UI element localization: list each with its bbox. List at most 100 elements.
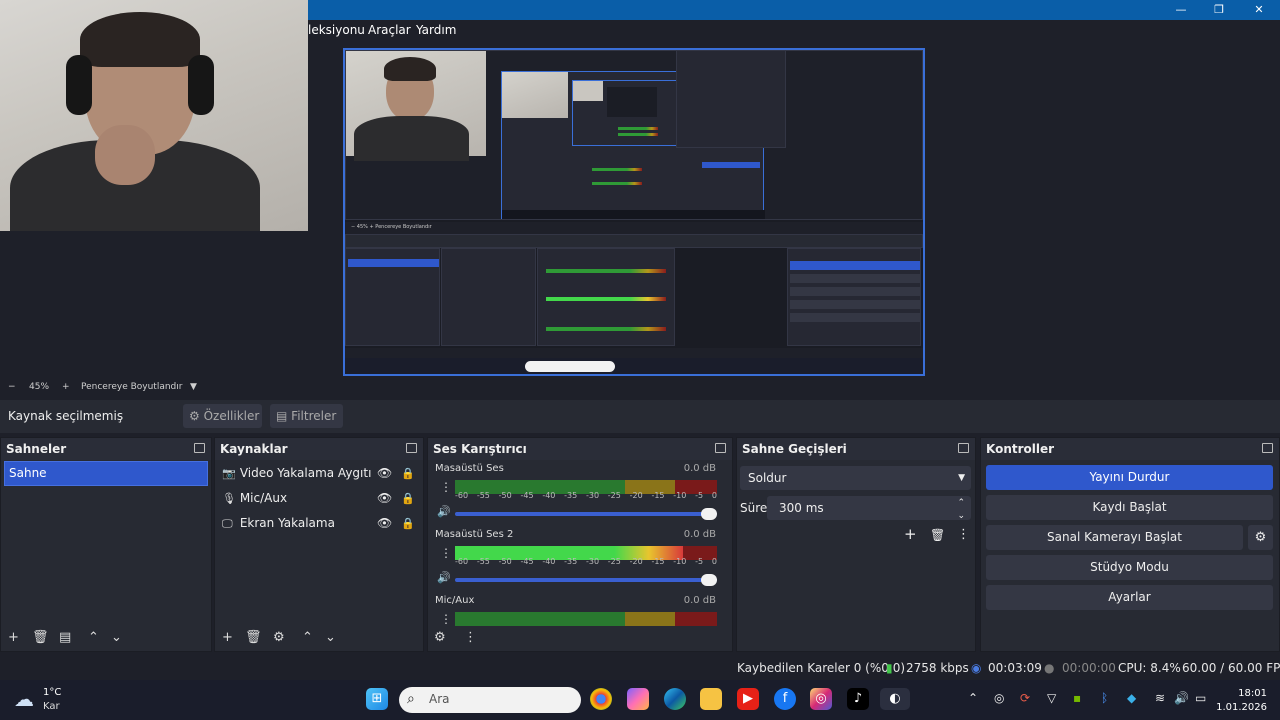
camera-icon: 📷	[222, 467, 236, 480]
menu-item-collections[interactable]: leksiyonu	[308, 23, 365, 37]
volume-slider[interactable]	[455, 508, 717, 520]
volume-slider-knob[interactable]	[701, 574, 717, 586]
undock-icon[interactable]	[406, 443, 417, 453]
weather-cloud-icon[interactable]: ☁	[14, 687, 34, 711]
tray-chevron-up-icon[interactable]: ⌃	[968, 691, 978, 705]
source-row-screen[interactable]: 🖵 Ekran Yakalama	[222, 512, 335, 534]
trash-icon[interactable]: 🗑	[32, 630, 49, 645]
speaker-icon[interactable]: 🔊	[437, 571, 451, 584]
tick-label: -15	[651, 491, 665, 500]
youtube-icon[interactable]: ▶	[737, 688, 759, 710]
visibility-eye-icon[interactable]: 👁	[377, 491, 392, 505]
gear-icon[interactable]: ⚙	[273, 630, 285, 645]
battery-icon[interactable]: ▭	[1195, 691, 1206, 705]
lock-icon[interactable]: 🔒	[401, 492, 415, 505]
chevron-up-icon[interactable]: ⌃	[88, 630, 99, 645]
volume-slider-knob[interactable]	[701, 508, 717, 520]
instagram-icon[interactable]: ◎	[810, 688, 832, 710]
clock-time[interactable]: 18:01	[1225, 688, 1267, 699]
clock-date[interactable]: 1.01.2026	[1213, 702, 1267, 713]
stop-stream-button[interactable]: Yayını Durdur	[986, 465, 1273, 490]
zoom-in-button[interactable]: +	[62, 382, 70, 392]
wifi-icon[interactable]: ≋	[1155, 691, 1165, 705]
tick-label: -50	[498, 557, 512, 566]
monitor-icon: 🖵	[222, 517, 233, 530]
edge-icon[interactable]	[664, 688, 686, 710]
menu-item-help[interactable]: Yardım	[416, 23, 456, 37]
zoom-out-button[interactable]: −	[8, 382, 16, 392]
vpn-tray-icon[interactable]: ▽	[1047, 691, 1056, 705]
undock-icon[interactable]	[715, 443, 726, 453]
scene-item[interactable]: Sahne	[4, 461, 208, 486]
search-placeholder: Ara	[429, 692, 450, 706]
filter-icon: ▤	[276, 409, 288, 423]
volume-slider[interactable]	[455, 574, 717, 586]
file-explorer-icon[interactable]	[700, 688, 722, 710]
obs-tray-icon[interactable]: ◎	[994, 691, 1004, 705]
sync-tray-icon[interactable]: ⟳	[1020, 691, 1030, 705]
trash-icon[interactable]: 🗑	[245, 630, 262, 645]
weather-desc[interactable]: Kar	[43, 701, 60, 712]
security-shield-icon[interactable]: ◆	[1127, 691, 1136, 705]
chevron-down-icon[interactable]: ⌄	[111, 630, 122, 645]
mixer-channel-db: 0.0 dB	[683, 463, 716, 474]
start-virtualcam-button[interactable]: Sanal Kamerayı Başlat	[986, 525, 1243, 550]
restore-button[interactable]: ❐	[1200, 0, 1238, 20]
source-row-video[interactable]: 📷 Video Yakalama Aygıtı	[222, 462, 371, 484]
minimize-button[interactable]: —	[1162, 0, 1200, 20]
chevron-up-icon[interactable]: ⌃	[302, 630, 313, 645]
speaker-icon[interactable]: 🔊	[437, 505, 451, 518]
add-icon[interactable]: +	[8, 630, 19, 645]
filters-button[interactable]: ▤ Filtreler	[270, 404, 343, 428]
visibility-eye-icon[interactable]: 👁	[377, 516, 392, 530]
weather-temp[interactable]: 1°C	[43, 687, 61, 698]
tick-label: 0	[711, 491, 717, 500]
transition-select[interactable]: Soldur ▼	[740, 466, 971, 490]
filter-icon[interactable]: ▤	[59, 630, 71, 645]
properties-button[interactable]: ⚙ Özellikler	[183, 404, 262, 428]
start-record-button[interactable]: Kaydı Başlat	[986, 495, 1273, 520]
more-dots-icon[interactable]: ⋮	[957, 527, 970, 542]
trash-icon[interactable]: 🗑	[930, 528, 945, 542]
taskbar-search[interactable]: ⌕ Ara	[399, 687, 581, 713]
bluetooth-icon[interactable]: ᛒ	[1101, 691, 1108, 705]
tiktok-icon[interactable]: ♪	[847, 688, 869, 710]
facebook-icon[interactable]: f	[774, 688, 796, 710]
microphone-icon: 🎙	[222, 492, 236, 505]
close-button[interactable]: ✕	[1240, 0, 1278, 20]
volume-icon[interactable]: 🔊	[1174, 691, 1189, 705]
advanced-audio-gear-icon[interactable]: ⚙	[434, 630, 446, 645]
lock-icon[interactable]: 🔒	[401, 467, 415, 480]
settings-button[interactable]: Ayarlar	[986, 585, 1273, 610]
copilot-icon[interactable]	[627, 688, 649, 710]
duration-spinbox[interactable]: 300 ms ⌃ ⌄	[767, 496, 971, 521]
tick-label: -25	[607, 557, 621, 566]
add-transition-icon[interactable]: +	[904, 525, 917, 543]
obs-icon[interactable]: ◐	[880, 688, 910, 710]
fit-window-label[interactable]: Pencereye Boyutlandır	[81, 382, 182, 392]
windows-start-icon[interactable]: ⊞	[366, 688, 388, 710]
virtualcam-settings-gear-icon[interactable]: ⚙	[1248, 525, 1273, 550]
lock-icon[interactable]: 🔒	[401, 517, 415, 530]
more-dots-icon[interactable]: ⋮	[440, 612, 452, 626]
chevron-down-icon[interactable]: ▼	[190, 382, 197, 392]
bitrate: 2758 kbps	[906, 661, 969, 675]
undock-icon[interactable]	[958, 443, 969, 453]
visibility-eye-icon[interactable]: 👁	[377, 466, 392, 480]
more-dots-icon[interactable]: ⋮	[440, 480, 452, 494]
tick-label: -25	[607, 491, 621, 500]
preview-canvas[interactable]: − 45% + Pencereye Boyutlandır	[343, 48, 925, 376]
chrome-icon[interactable]	[590, 688, 612, 710]
more-dots-icon[interactable]: ⋮	[464, 630, 477, 645]
stream-time: 00:03:09	[988, 661, 1042, 675]
source-row-mic[interactable]: 🎙 Mic/Aux	[222, 487, 287, 509]
nvidia-tray-icon[interactable]: ▪	[1073, 691, 1081, 705]
add-icon[interactable]: +	[222, 630, 233, 645]
chevron-down-icon[interactable]: ⌄	[325, 630, 336, 645]
spin-down-icon[interactable]: ⌄	[957, 504, 965, 528]
more-dots-icon[interactable]: ⋮	[440, 546, 452, 560]
menu-item-tools[interactable]: Araçlar	[368, 23, 411, 37]
undock-icon[interactable]	[1262, 443, 1273, 453]
studio-mode-button[interactable]: Stüdyo Modu	[986, 555, 1273, 580]
undock-icon[interactable]	[194, 443, 205, 453]
